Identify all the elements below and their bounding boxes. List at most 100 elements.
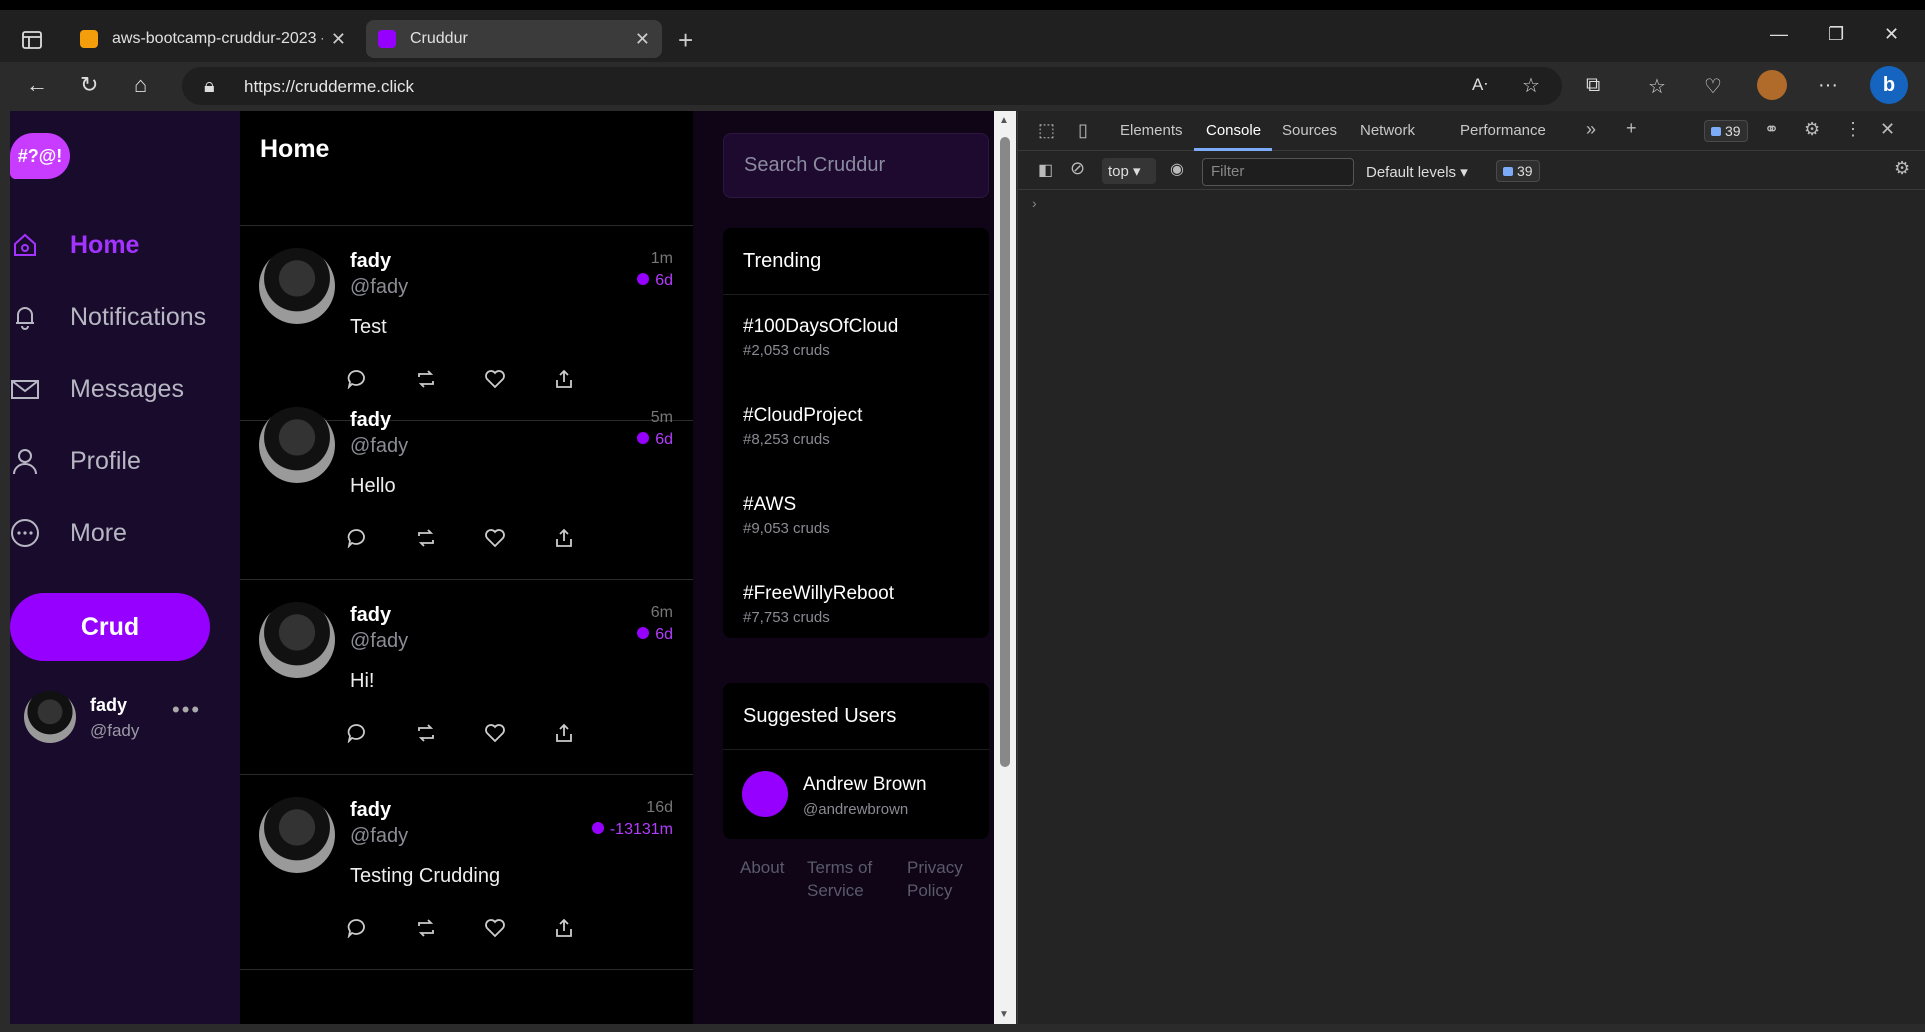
close-tab-icon[interactable]: ✕ [331, 29, 346, 50]
footer-terms-link[interactable]: Terms of Service [807, 856, 872, 902]
trending-panel: Trending #100DaysOfCloud #2,053 cruds #C… [723, 228, 989, 638]
page-scrollbar[interactable]: ▲ ▼ [994, 111, 1016, 1024]
filter-input[interactable]: Filter [1202, 158, 1354, 186]
issues-badge[interactable]: 39 [1704, 120, 1748, 142]
post-time: 1m [650, 250, 673, 267]
nav-home[interactable]: Home [10, 225, 139, 265]
message-count-badge[interactable]: 39 [1496, 160, 1540, 182]
gear-icon[interactable]: ⚙ [1804, 119, 1820, 140]
reply-icon[interactable] [344, 915, 370, 941]
post-message: Hello [350, 475, 396, 497]
more-tabs-icon[interactable]: » [1586, 119, 1596, 140]
tab-performance[interactable]: Performance [1460, 122, 1546, 139]
post[interactable]: fady @fady Testing Crudding 16d -13131m [240, 775, 693, 970]
console-toolbar: ◧ ⊘ top ▾ ◉ Filter Default levels ▾ 39 ⚙ [1018, 152, 1925, 190]
tab-elements[interactable]: Elements [1120, 122, 1183, 139]
device-toolbar-icon[interactable]: ▯ [1078, 120, 1088, 141]
close-tab-icon[interactable]: ✕ [635, 29, 650, 50]
trending-tag: #AWS [743, 494, 797, 515]
scroll-down-icon[interactable]: ▼ [999, 1009, 1009, 1020]
avatar [24, 691, 76, 743]
console-prompt[interactable]: › [1032, 195, 1037, 211]
search-input[interactable]: Search Cruddur [723, 133, 989, 198]
sidebar-toggle-icon[interactable]: ◧ [1038, 160, 1053, 180]
post-author-name: fady [350, 409, 392, 431]
reply-icon[interactable] [344, 525, 370, 551]
trending-item[interactable]: #FreeWillyReboot #7,753 cruds [743, 583, 894, 626]
post-author-name: fady [350, 799, 392, 821]
share-icon[interactable] [551, 720, 577, 746]
back-icon[interactable]: ← [26, 72, 48, 98]
share-icon[interactable] [551, 525, 577, 551]
address-bar[interactable]: 🔒︎ https://crudderme.click Aᐧ ☆ [182, 67, 1562, 105]
add-tab-icon[interactable]: + [1626, 118, 1637, 139]
like-icon[interactable] [482, 525, 508, 551]
avatar[interactable] [742, 771, 788, 817]
footer-privacy-link[interactable]: Privacy Policy [907, 856, 963, 902]
current-user-card[interactable]: fady @fady ••• [24, 691, 234, 751]
trending-count: #2,053 cruds [743, 342, 830, 359]
tab-cruddur[interactable]: Cruddur ✕ [366, 20, 662, 58]
connections-icon[interactable]: ⚭ [1764, 119, 1779, 140]
post[interactable]: fady @fady Hi! 6m 6d [240, 580, 693, 775]
favorite-star-icon[interactable]: ☆ [1522, 73, 1540, 98]
repost-icon[interactable] [413, 720, 439, 746]
scrollbar-thumb[interactable] [1000, 137, 1010, 767]
lock-icon[interactable]: 🔒︎ [204, 75, 215, 98]
post[interactable]: fady @fady Hello 5m 6d [240, 385, 693, 580]
log-levels-dropdown[interactable]: Default levels ▾ [1366, 163, 1468, 181]
close-devtools-icon[interactable]: ✕ [1880, 119, 1895, 140]
cruddur-logo[interactable]: #?@! [10, 133, 70, 179]
trending-item[interactable]: #100DaysOfCloud #2,053 cruds [743, 316, 898, 359]
reply-icon[interactable] [344, 720, 370, 746]
more-circle-icon [10, 518, 40, 548]
nav-messages[interactable]: Messages [10, 369, 184, 409]
suggested-user-handle: @andrewbrown [803, 801, 909, 818]
tab-github[interactable]: aws-bootcamp-cruddur-2023 - G ✕ [68, 20, 358, 58]
favorites-icon[interactable]: ☆ [1648, 74, 1666, 99]
context-select[interactable]: top ▾ [1102, 158, 1156, 184]
tab-console[interactable]: Console [1206, 122, 1261, 139]
browser-essentials-icon[interactable]: ♡ [1704, 74, 1722, 99]
crud-button[interactable]: Crud [10, 593, 210, 661]
like-icon[interactable] [482, 720, 508, 746]
restore-icon[interactable]: ❐ [1828, 24, 1844, 45]
repost-icon[interactable] [413, 915, 439, 941]
scroll-up-icon[interactable]: ▲ [999, 115, 1009, 126]
post-message: Hi! [350, 670, 375, 692]
new-tab-icon[interactable]: + [678, 27, 693, 53]
kebab-menu-icon[interactable]: ⋮ [1844, 119, 1862, 140]
reload-icon[interactable]: ↻ [80, 72, 98, 98]
home-browser-icon[interactable]: ⌂ [134, 72, 147, 98]
nav-label: Notifications [70, 302, 207, 331]
console-settings-icon[interactable]: ⚙ [1894, 158, 1910, 179]
trending-item[interactable]: #CloudProject #8,253 cruds [743, 405, 862, 448]
read-aloud-icon[interactable]: Aᐧ [1472, 75, 1488, 95]
trending-item[interactable]: #AWS #9,053 cruds [743, 494, 830, 537]
footer-privacy-line: Privacy [907, 858, 963, 877]
close-window-icon[interactable]: ✕ [1884, 24, 1899, 45]
repost-icon[interactable] [413, 525, 439, 551]
extensions-icon[interactable]: ⧉ [1586, 74, 1600, 97]
share-icon[interactable] [551, 915, 577, 941]
suggested-user-name[interactable]: Andrew Brown [803, 774, 927, 796]
footer-about-link[interactable]: About [740, 856, 784, 879]
profile-avatar[interactable] [1757, 70, 1787, 100]
like-icon[interactable] [482, 915, 508, 941]
settings-more-icon[interactable]: ··· [1818, 74, 1838, 97]
inspect-icon[interactable]: ⬚ [1038, 120, 1055, 141]
avatar [259, 407, 335, 483]
tab-actions-icon[interactable] [20, 28, 44, 52]
tab-sources[interactable]: Sources [1282, 122, 1337, 139]
tab-network[interactable]: Network [1360, 122, 1415, 139]
post-actions [347, 915, 650, 941]
nav-notifications[interactable]: Notifications [10, 297, 206, 337]
eye-icon[interactable]: ◉ [1170, 159, 1184, 179]
url-text: https://crudderme.click [244, 77, 415, 96]
clear-console-icon[interactable]: ⊘ [1070, 158, 1085, 179]
nav-more[interactable]: More [10, 513, 127, 553]
more-dots-icon[interactable]: ••• [172, 697, 201, 723]
bing-icon[interactable]: b [1870, 66, 1908, 104]
nav-profile[interactable]: Profile [10, 441, 141, 481]
minimize-icon[interactable]: — [1770, 24, 1788, 45]
